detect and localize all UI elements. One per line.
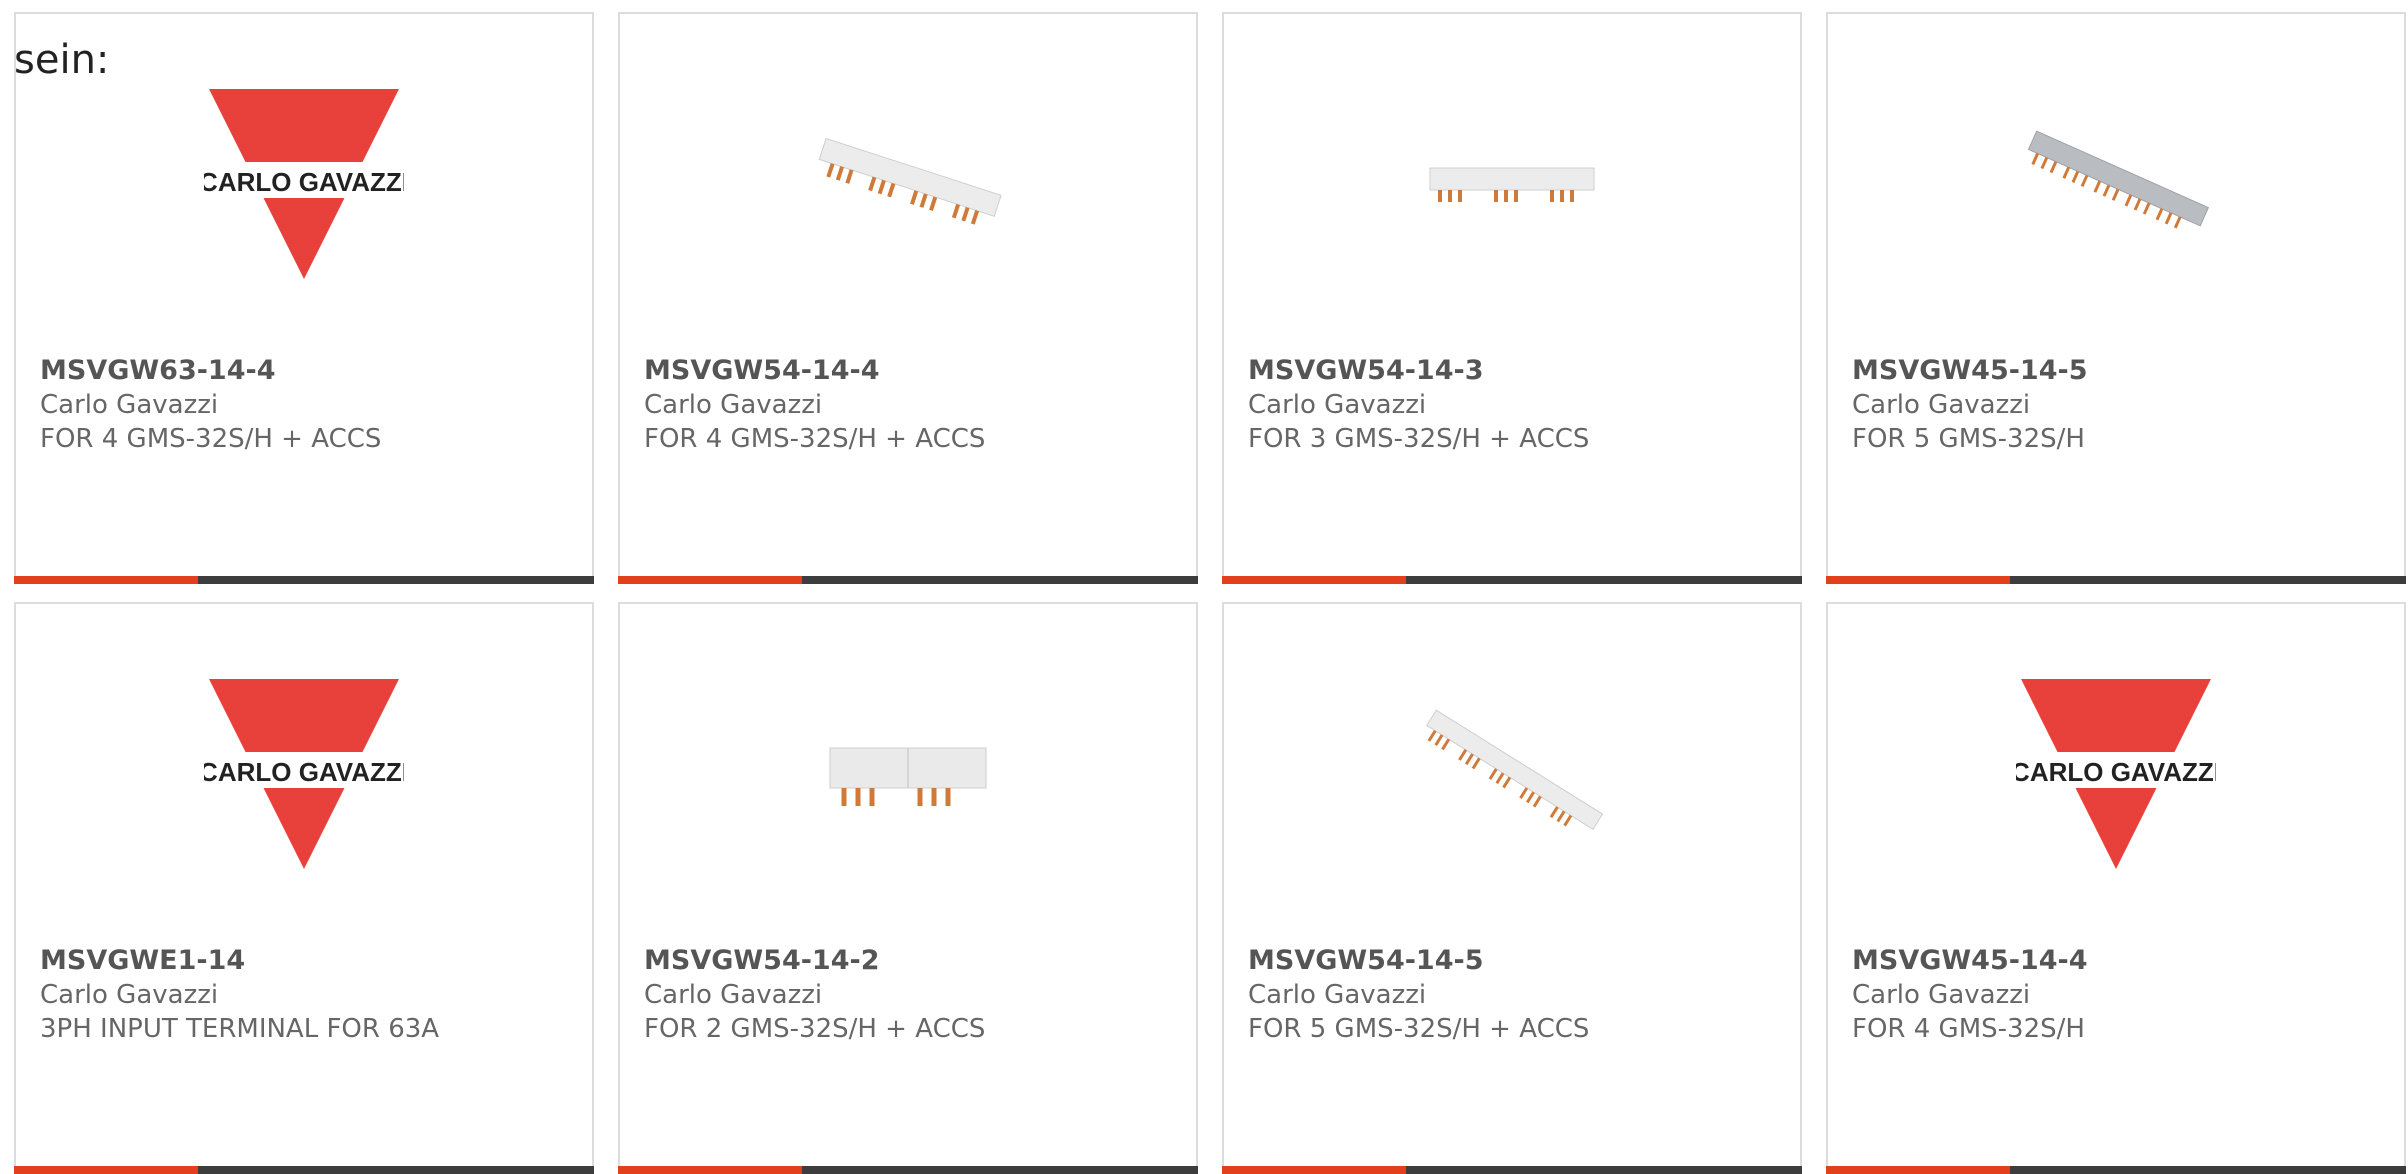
card-accent-bar <box>1222 576 1406 584</box>
product-name[interactable]: MSVGW54-14-2 <box>644 944 1176 978</box>
product-info: MSVGW63-14-4 Carlo Gavazzi FOR 4 GMS-32S… <box>40 354 572 456</box>
product-brand: Carlo Gavazzi <box>1852 980 2031 1010</box>
product-brand: Carlo Gavazzi <box>40 390 219 420</box>
product-name[interactable]: MSVGW63-14-4 <box>40 354 572 388</box>
product-description: FOR 4 GMS-32S/H + ACCS <box>40 424 382 454</box>
product-image-busbar[interactable] <box>1412 84 1612 284</box>
product-image-busbar[interactable] <box>808 84 1008 284</box>
product-name[interactable]: MSVGW45-14-5 <box>1852 354 2384 388</box>
product-name[interactable]: MSVGW54-14-5 <box>1248 944 1780 978</box>
card-accent-bar <box>618 576 802 584</box>
product-name[interactable]: MSVGW54-14-4 <box>644 354 1176 388</box>
product-description: FOR 4 GMS-32S/H + ACCS <box>644 424 986 454</box>
product-image-logo[interactable]: CARLO GAVAZZI <box>204 84 404 284</box>
product-card[interactable]: MSVGW54-14-2 Carlo Gavazzi FOR 2 GMS-32S… <box>618 602 1198 1174</box>
product-grid: CARLO GAVAZZI MSVGW63-14-4 Carlo Gavazzi… <box>14 12 2406 1174</box>
card-accent-bar <box>1222 1166 1406 1174</box>
intro-text: sein: <box>14 37 110 83</box>
product-card[interactable]: CARLO GAVAZZI MSVGW45-14-4 Carlo Gavazzi… <box>1826 602 2406 1174</box>
product-info: MSVGW54-14-3 Carlo Gavazzi FOR 3 GMS-32S… <box>1248 354 1780 456</box>
product-info: MSVGW45-14-5 Carlo Gavazzi FOR 5 GMS-32S… <box>1852 354 2384 456</box>
card-accent-bar <box>618 1166 802 1174</box>
product-image-logo[interactable]: CARLO GAVAZZI <box>2016 674 2216 874</box>
product-brand: Carlo Gavazzi <box>1248 980 1427 1010</box>
product-brand: Carlo Gavazzi <box>40 980 219 1010</box>
product-info: MSVGW45-14-4 Carlo Gavazzi FOR 4 GMS-32S… <box>1852 944 2384 1046</box>
product-brand: Carlo Gavazzi <box>1852 390 2031 420</box>
product-image-busbar[interactable] <box>808 674 1008 874</box>
product-info: MSVGW54-14-4 Carlo Gavazzi FOR 4 GMS-32S… <box>644 354 1176 456</box>
product-description: FOR 2 GMS-32S/H + ACCS <box>644 1014 986 1044</box>
product-card[interactable]: MSVGW54-14-5 Carlo Gavazzi FOR 5 GMS-32S… <box>1222 602 1802 1174</box>
product-brand: Carlo Gavazzi <box>1248 390 1427 420</box>
product-name[interactable]: MSVGW54-14-3 <box>1248 354 1780 388</box>
product-image-logo[interactable]: CARLO GAVAZZI <box>204 674 404 874</box>
product-description: FOR 5 GMS-32S/H + ACCS <box>1248 1014 1590 1044</box>
card-bottom-bar <box>618 1166 1198 1174</box>
product-info: MSVGWE1-14 Carlo Gavazzi 3PH INPUT TERMI… <box>40 944 572 1046</box>
product-description: FOR 3 GMS-32S/H + ACCS <box>1248 424 1590 454</box>
product-card[interactable]: MSVGW45-14-5 Carlo Gavazzi FOR 5 GMS-32S… <box>1826 12 2406 584</box>
card-bottom-bar <box>1222 576 1802 584</box>
product-brand: Carlo Gavazzi <box>644 980 823 1010</box>
product-brand: Carlo Gavazzi <box>644 390 823 420</box>
card-bottom-bar <box>1826 1166 2406 1174</box>
card-bottom-bar <box>1222 1166 1802 1174</box>
card-bottom-bar <box>1826 576 2406 584</box>
product-image-busbar[interactable] <box>2016 84 2216 284</box>
svg-text:CARLO GAVAZZI: CARLO GAVAZZI <box>2016 757 2216 787</box>
product-name[interactable]: MSVGWE1-14 <box>40 944 572 978</box>
product-card[interactable]: CARLO GAVAZZI MSVGW63-14-4 Carlo Gavazzi… <box>14 12 594 584</box>
card-bottom-bar <box>14 1166 594 1174</box>
svg-text:CARLO GAVAZZI: CARLO GAVAZZI <box>204 167 404 197</box>
product-description: FOR 5 GMS-32S/H <box>1852 424 2085 454</box>
card-accent-bar <box>14 576 198 584</box>
product-card[interactable]: CARLO GAVAZZI MSVGWE1-14 Carlo Gavazzi 3… <box>14 602 594 1174</box>
product-card[interactable]: MSVGW54-14-4 Carlo Gavazzi FOR 4 GMS-32S… <box>618 12 1198 584</box>
product-description: FOR 4 GMS-32S/H <box>1852 1014 2085 1044</box>
product-info: MSVGW54-14-2 Carlo Gavazzi FOR 2 GMS-32S… <box>644 944 1176 1046</box>
card-accent-bar <box>14 1166 198 1174</box>
product-image-busbar[interactable] <box>1412 674 1612 874</box>
card-bottom-bar <box>618 576 1198 584</box>
product-card[interactable]: MSVGW54-14-3 Carlo Gavazzi FOR 3 GMS-32S… <box>1222 12 1802 584</box>
card-accent-bar <box>1826 576 2010 584</box>
product-name[interactable]: MSVGW45-14-4 <box>1852 944 2384 978</box>
product-info: MSVGW54-14-5 Carlo Gavazzi FOR 5 GMS-32S… <box>1248 944 1780 1046</box>
product-description: 3PH INPUT TERMINAL FOR 63A <box>40 1014 440 1044</box>
svg-text:CARLO GAVAZZI: CARLO GAVAZZI <box>204 757 404 787</box>
card-accent-bar <box>1826 1166 2010 1174</box>
card-bottom-bar <box>14 576 594 584</box>
